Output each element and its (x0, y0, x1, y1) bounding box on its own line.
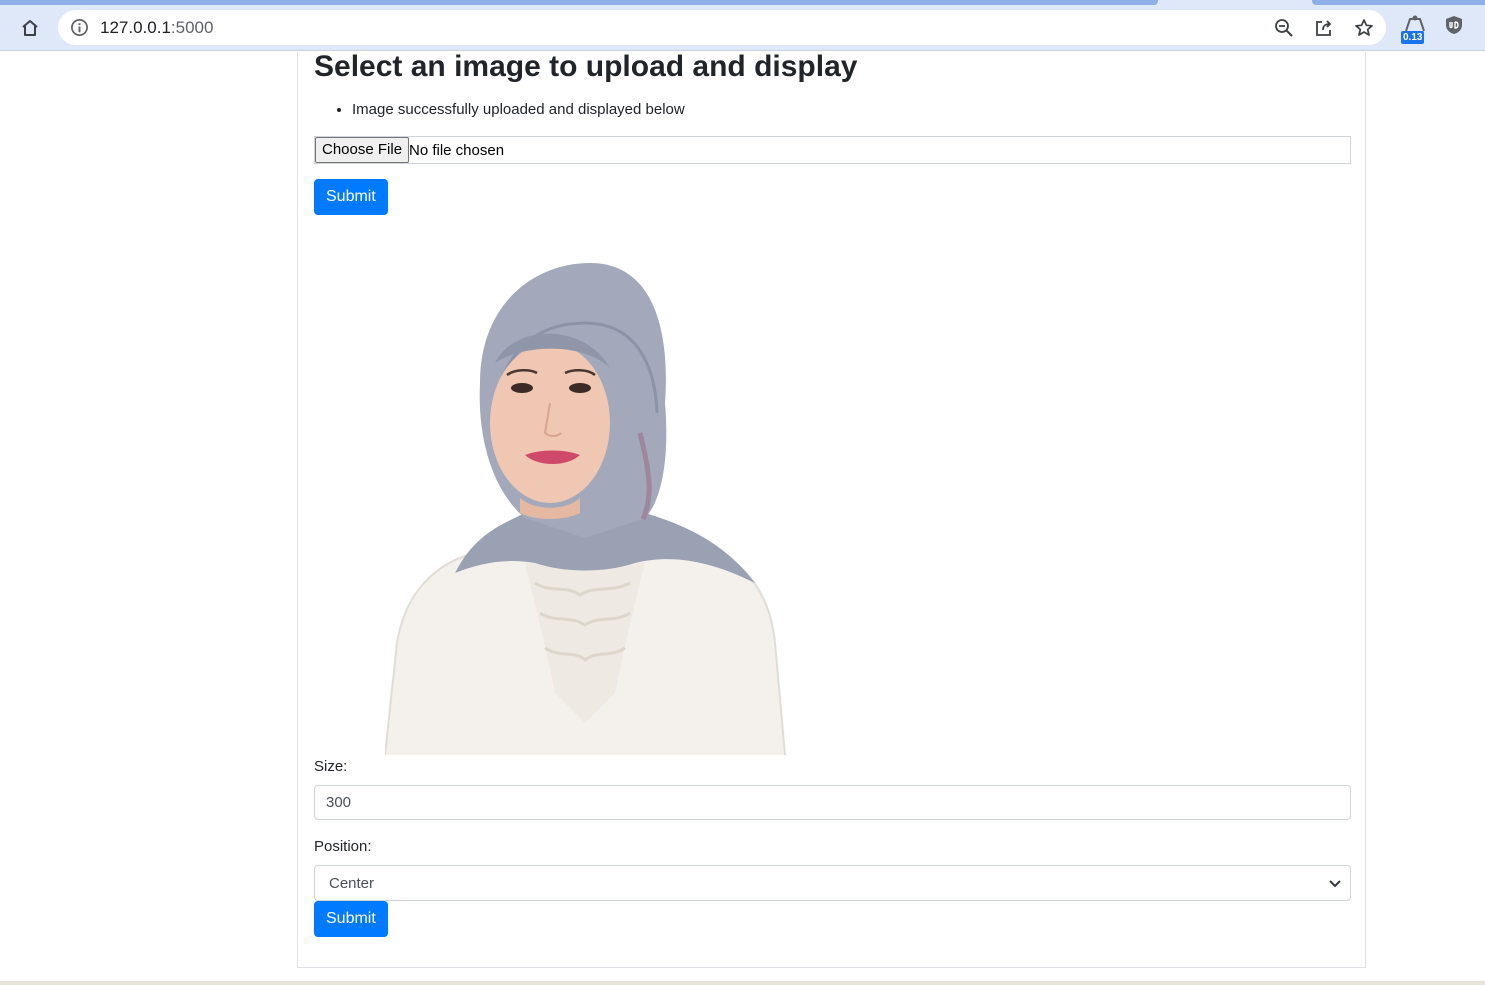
page-container: Select an image to upload and display Im… (297, 52, 1366, 968)
size-label: Size: (314, 758, 348, 775)
zoom-out-icon (1275, 19, 1293, 37)
upload-submit-button[interactable]: Submit (314, 179, 388, 215)
tab-strip-right (1312, 0, 1485, 5)
choose-file-button[interactable]: Choose File (315, 137, 410, 163)
shield-extension-icon (1446, 16, 1462, 34)
chevron-down-icon (1329, 880, 1341, 888)
uploaded-image (385, 263, 786, 755)
url-text[interactable]: 127.0.0.1:5000 (100, 18, 213, 38)
home-button[interactable] (15, 13, 45, 43)
extension-badge: 0.13 (1401, 31, 1425, 44)
file-input[interactable]: Choose File No file chosen (314, 136, 1351, 164)
flash-message: Image successfully uploaded and displaye… (352, 101, 685, 119)
size-input[interactable] (314, 785, 1351, 820)
url-host: 127.0.0.1 (100, 18, 171, 37)
position-label: Position: (314, 838, 372, 855)
extension-icon (1405, 15, 1425, 32)
share-button[interactable] (1312, 16, 1336, 40)
window-bottom-edge (0, 981, 1485, 985)
url-port: :5000 (170, 18, 214, 37)
share-icon (1316, 20, 1332, 36)
tab-strip (0, 0, 1158, 5)
file-status: No file chosen (409, 142, 505, 159)
flash-messages: Image successfully uploaded and displaye… (314, 101, 685, 119)
home-icon (22, 20, 38, 36)
zoom-out-button[interactable] (1272, 16, 1296, 40)
star-icon (1355, 19, 1373, 36)
position-select[interactable]: Center (314, 865, 1351, 901)
settings-submit-button[interactable]: Submit (314, 901, 388, 937)
info-icon[interactable] (70, 18, 89, 37)
address-bar[interactable]: 127.0.0.1:5000 (58, 10, 1386, 45)
browser-toolbar: 127.0.0.1:5000 0.13 (0, 0, 1485, 51)
position-selected-value: Center (329, 875, 375, 892)
page-title: Select an image to upload and display (314, 50, 858, 83)
shield-extension-button[interactable] (1442, 13, 1472, 43)
bookmark-button[interactable] (1352, 16, 1376, 40)
